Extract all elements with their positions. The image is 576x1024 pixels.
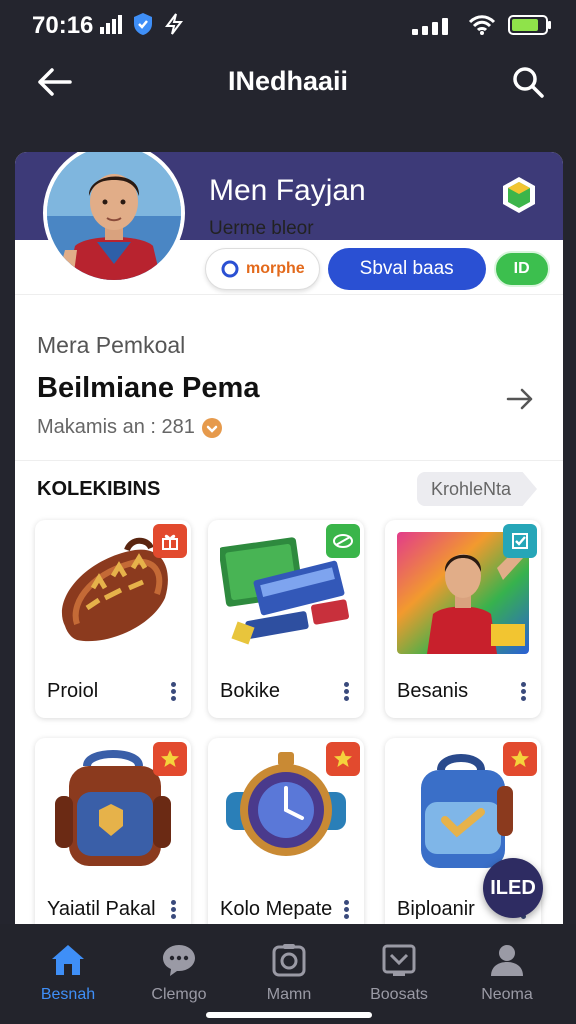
bottom-navigation: Besnah Clemgo Mamn Boosats Neoma [0,924,576,1024]
star-badge-icon [153,742,187,776]
nav-label: Besnah [40,986,96,1003]
gift-badge-icon [153,524,187,558]
collection-card[interactable]: Bokike [208,520,364,718]
search-icon [513,67,544,98]
primary-action-button[interactable]: Sbval baas [327,248,486,290]
status-time: 70:16 [32,12,94,39]
collection-card-label: Biploanir [397,898,475,920]
nav-label: Mamn [266,986,312,1003]
home-icon [52,945,84,975]
inbox-icon [382,944,416,976]
cell-signal-icon [412,18,448,35]
nav-label: Boosats [370,986,428,1003]
collections-filter-tag[interactable]: KrohleNta [416,472,537,506]
leaf-badge-icon [326,524,360,558]
status-right-icons [412,14,552,36]
app-header: INedhaaii [0,52,576,112]
nav-item-home[interactable]: Besnah [13,942,123,1004]
collection-card-label: Bokike [220,680,281,702]
section-label: Mera Pemkoal [37,332,186,358]
nav-item-chat[interactable]: Clemgo [124,942,234,1004]
id-toggle-button[interactable]: ID [493,251,550,287]
person-icon [491,945,523,976]
shield-check-icon [134,13,152,35]
nav-item-inbox[interactable]: Boosats [344,942,454,1004]
chat-icon [163,945,195,976]
more-options-icon[interactable] [519,680,527,702]
profile-subtitle: Uerme bleor [209,218,314,239]
ring-icon [221,260,239,278]
collection-card-label: Kolo Mepate [220,898,333,920]
more-options-icon[interactable] [169,680,177,702]
nav-label: Clemgo [151,986,207,1003]
heart-badge-icon [201,417,222,438]
battery-icon [508,15,551,35]
page-title: INedhaaii [227,66,349,96]
camera-icon [272,944,306,977]
collection-card[interactable]: Kolo Mepate [208,738,364,924]
wifi-icon [468,15,496,35]
collections-title: KOLEKIBINS [37,478,161,500]
arrow-right-icon[interactable] [505,384,535,414]
collection-card-label: Besanis [397,680,469,702]
status-bar: 70:16 [0,0,576,50]
home-indicator[interactable] [206,1012,372,1018]
nav-item-camera[interactable]: Mamn [234,942,344,1004]
morphe-chip-label: morphe [246,260,305,277]
section-title[interactable]: Beilmiane Pema [37,372,259,405]
more-options-icon[interactable] [342,898,350,920]
check-badge-icon [503,524,537,558]
avatar[interactable] [43,152,185,284]
nav-label: Neoma [481,986,533,1003]
section-meta: Makamis an : 281 [37,416,223,439]
nav-item-profile[interactable]: Neoma [452,942,562,1004]
collection-card[interactable]: Yaiatil Pakal [35,738,191,924]
morphe-chip[interactable]: morphe [205,248,320,290]
player-portrait [47,152,181,280]
status-left-icons [100,12,184,36]
divider [15,460,563,461]
star-badge-icon [326,742,360,776]
collection-card[interactable]: Proiol [35,520,191,718]
more-options-icon[interactable] [169,898,177,920]
divider [15,294,563,295]
floating-action-button[interactable]: ILED [483,858,543,918]
signal-small-icon [100,15,122,34]
collection-card-label: Proiol [47,680,99,702]
bolt-icon [165,13,183,35]
more-options-icon[interactable] [342,680,350,702]
collection-card-label: Yaiatil Pakal [47,898,156,920]
section-meta-text: Makamis an : 281 [37,416,195,438]
search-button[interactable] [508,62,548,102]
profile-name: Men Fayjan [209,174,366,207]
star-badge-icon [503,742,537,776]
profile-actions: morphe Sbval baas ID [205,248,550,290]
hexagon-badge-icon[interactable] [501,176,537,214]
collection-card[interactable]: Besanis [385,520,541,718]
content-card: Men Fayjan Uerme bleor morphe Sbval baas… [15,152,563,924]
